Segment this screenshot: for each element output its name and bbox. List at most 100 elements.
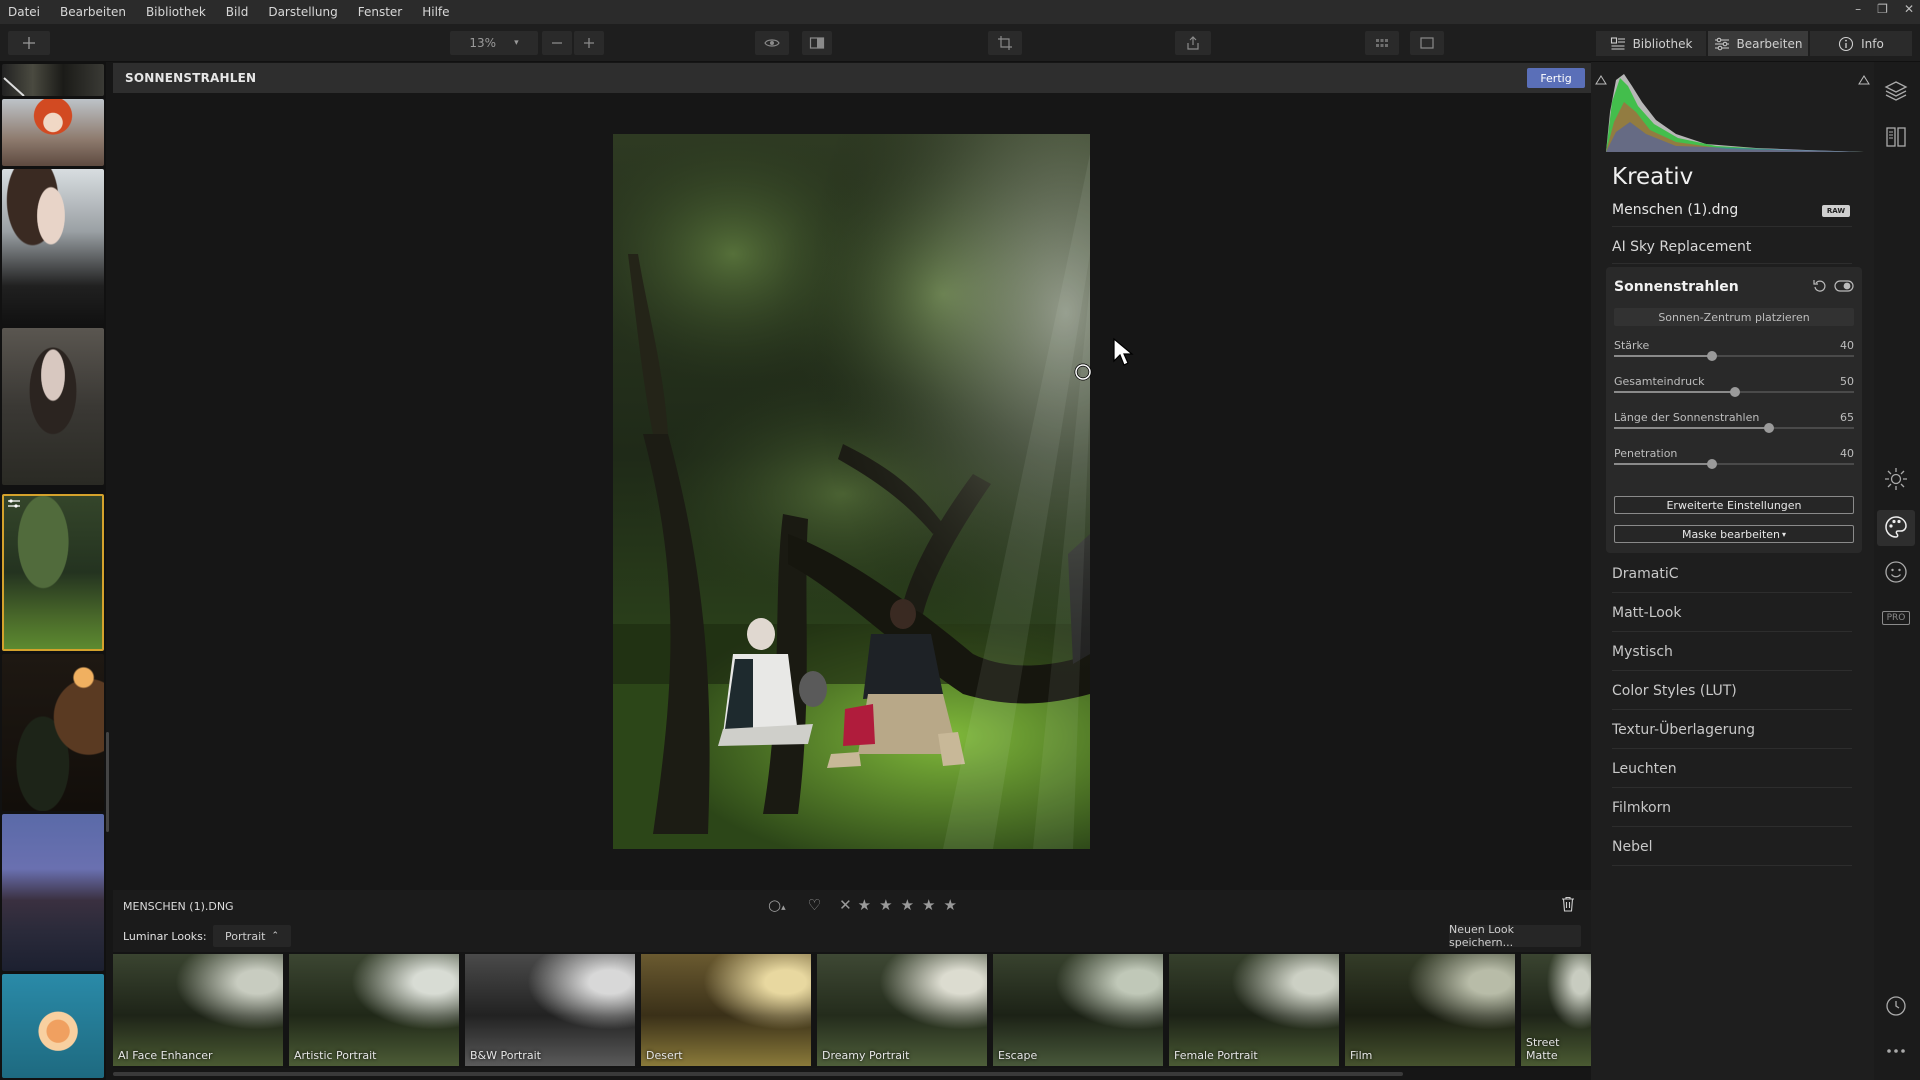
pro-tools-button[interactable]: PRO [1882, 611, 1910, 625]
share-icon [1187, 36, 1199, 50]
filter-ai-sky-replacement[interactable]: AI Sky Replacement [1612, 239, 1751, 255]
menu-fenster[interactable]: Fenster [348, 5, 413, 19]
zoom-select[interactable]: 13% ▾ [450, 31, 538, 55]
look-thumb[interactable]: AI Face Enhancer [113, 954, 283, 1066]
filter-leuchten[interactable]: Leuchten [1612, 761, 1677, 777]
creative-button[interactable] [1883, 514, 1909, 540]
slider-handle[interactable] [1764, 423, 1774, 433]
slider-fill [1614, 355, 1712, 357]
place-sun-center-button[interactable]: Sonnen-Zentrum platzieren [1614, 308, 1854, 326]
star-icon[interactable]: ★ [879, 896, 892, 914]
filter-matt-look[interactable]: Matt-Look [1612, 605, 1681, 621]
filter-color-styles[interactable]: Color Styles (LUT) [1612, 683, 1737, 699]
look-thumb[interactable]: Female Portrait [1169, 954, 1339, 1066]
look-label: B&W Portrait [470, 1049, 541, 1062]
menu-hilfe[interactable]: Hilfe [412, 5, 459, 19]
single-view-button[interactable] [1410, 31, 1444, 55]
look-thumb[interactable]: Artistic Portrait [289, 954, 459, 1066]
filmstrip-thumb[interactable] [2, 654, 104, 811]
look-thumb[interactable]: Film [1345, 954, 1515, 1066]
looks-scrollbar[interactable] [113, 1072, 1403, 1076]
trash-icon[interactable] [1559, 895, 1577, 913]
crop-button[interactable] [988, 31, 1022, 55]
menu-datei[interactable]: Datei [0, 5, 50, 19]
menu-bearbeiten[interactable]: Bearbeiten [50, 5, 136, 19]
slider-handle[interactable] [1707, 459, 1717, 469]
grid-view-button[interactable] [1365, 31, 1399, 55]
slider-penetration[interactable]: Penetration 40 [1614, 447, 1854, 477]
menu-darstellung[interactable]: Darstellung [258, 5, 347, 19]
color-label-icon[interactable]: ○▴ [768, 896, 786, 914]
reject-icon[interactable]: ✕ [839, 896, 852, 914]
look-thumb[interactable]: Dreamy Portrait [817, 954, 987, 1066]
menu-bibliothek[interactable]: Bibliothek [136, 5, 216, 19]
save-look-button[interactable]: Neuen Look speichern... [1449, 923, 1581, 949]
look-thumb[interactable]: Escape [993, 954, 1163, 1066]
main-photo[interactable] [613, 134, 1090, 849]
look-thumb[interactable]: Desert [641, 954, 811, 1066]
more-options-button[interactable] [1883, 1038, 1909, 1064]
slider-value: 40 [1840, 447, 1854, 460]
visibility-toggle-icon[interactable] [1834, 278, 1854, 294]
star-icon[interactable]: ★ [858, 896, 871, 914]
look-thumb[interactable]: Street Matte [1521, 954, 1591, 1066]
share-button[interactable] [1175, 31, 1211, 55]
portrait-button[interactable] [1883, 559, 1909, 585]
menu-bild[interactable]: Bild [216, 5, 259, 19]
filter-filmkorn[interactable]: Filmkorn [1612, 800, 1671, 816]
filmstrip-thumb[interactable] [2, 814, 104, 971]
preview-button[interactable] [755, 31, 789, 55]
filmstrip-scrollbar[interactable] [106, 732, 109, 832]
tab-label: Bearbeiten [1736, 36, 1803, 51]
slider-fill [1614, 427, 1769, 429]
star-icon[interactable]: ★ [943, 896, 956, 914]
zoom-in-button[interactable] [574, 31, 604, 55]
advanced-settings-button[interactable]: Erweiterte Einstellungen [1614, 496, 1854, 514]
layers-button[interactable] [1883, 78, 1909, 104]
minimize-icon[interactable]: – [1855, 2, 1861, 16]
filmstrip-thumb-selected[interactable] [2, 494, 104, 651]
slider-handle[interactable] [1730, 387, 1740, 397]
looks-category-select[interactable]: Portrait ⌃ [213, 925, 291, 947]
tab-bearbeiten[interactable]: Bearbeiten [1708, 31, 1808, 56]
filter-nebel[interactable]: Nebel [1612, 839, 1652, 855]
current-file-name: MENSCHEN (1).DNG [123, 900, 234, 913]
reset-icon[interactable] [1812, 278, 1828, 294]
chevron-down-icon: ▾ [1782, 529, 1787, 539]
filmstrip-thumb[interactable] [2, 169, 104, 325]
close-icon[interactable]: ✕ [1904, 2, 1914, 16]
rating-controls: ○▴ ♡ ✕ ★ ★ ★ ★ ★ [768, 896, 957, 914]
slider-gesamteindruck[interactable]: Gesamteindruck 50 [1614, 375, 1854, 405]
look-label: Dreamy Portrait [822, 1049, 910, 1062]
add-button[interactable] [8, 31, 50, 55]
slider-laenge-sonnenstrahlen[interactable]: Länge der Sonnenstrahlen 65 [1614, 411, 1854, 441]
tab-info[interactable]: Info [1810, 31, 1912, 56]
star-icon[interactable]: ★ [922, 896, 935, 914]
slider-handle[interactable] [1707, 351, 1717, 361]
filter-name[interactable]: Sonnenstrahlen [1614, 279, 1739, 295]
look-thumb[interactable]: B&W Portrait [465, 954, 635, 1066]
filter-mystisch[interactable]: Mystisch [1612, 644, 1673, 660]
filmstrip-thumb[interactable] [2, 99, 104, 166]
filmstrip-thumb[interactable] [2, 328, 104, 485]
zoom-out-button[interactable] [542, 31, 572, 55]
done-button[interactable]: Fertig [1527, 68, 1585, 88]
chevron-down-icon: ▾ [514, 38, 519, 48]
filmstrip-thumb[interactable] [2, 974, 104, 1078]
restore-icon[interactable]: ❐ [1877, 2, 1888, 16]
history-panels-button[interactable] [1883, 124, 1909, 150]
filter-textur-ueberlagerung[interactable]: Textur-Überlagerung [1612, 722, 1755, 738]
sun-center-handle[interactable] [1073, 362, 1093, 382]
histogram [1606, 74, 1864, 152]
slider-staerke[interactable]: Stärke 40 [1614, 339, 1854, 369]
essentials-button[interactable] [1883, 466, 1909, 492]
history-button[interactable] [1883, 993, 1909, 1019]
star-icon[interactable]: ★ [901, 896, 914, 914]
look-label: Street Matte [1526, 1036, 1560, 1062]
filter-dramatic[interactable]: DramatiC [1612, 566, 1679, 582]
edit-mask-button[interactable]: Maske bearbeiten ▾ [1614, 525, 1854, 543]
compare-button[interactable] [802, 31, 832, 55]
tab-bibliothek[interactable]: Bibliothek [1596, 31, 1706, 56]
heart-icon[interactable]: ♡ [808, 896, 821, 914]
filmstrip-thumb[interactable] [2, 64, 104, 96]
